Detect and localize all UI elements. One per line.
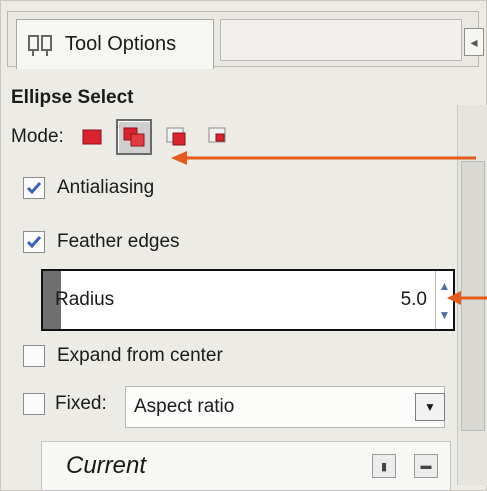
tab-menu-button[interactable]: ◂ bbox=[464, 28, 484, 56]
landscape-icon[interactable]: ▬ bbox=[414, 454, 438, 478]
tool-options-icon bbox=[27, 31, 55, 59]
current-field[interactable]: Current ▮ ▬ bbox=[41, 441, 451, 491]
feather-row[interactable]: Feather edges bbox=[23, 231, 180, 253]
portrait-icon[interactable]: ▮ bbox=[372, 454, 396, 478]
radius-value[interactable]: 5.0 bbox=[401, 289, 427, 311]
expand-row[interactable]: Expand from center bbox=[23, 345, 223, 367]
callout-arrow-radius bbox=[447, 291, 487, 305]
antialiasing-checkbox[interactable] bbox=[23, 177, 45, 199]
chevron-down-icon[interactable]: ▼ bbox=[415, 393, 445, 421]
replace-mode-button[interactable] bbox=[74, 119, 110, 155]
tab-strip: Tool Options ◂ bbox=[7, 11, 484, 69]
aspect-ratio-select[interactable]: Aspect ratio bbox=[125, 386, 445, 428]
antialiasing-row[interactable]: Antialiasing bbox=[23, 177, 154, 199]
fixed-label: Fixed: bbox=[55, 393, 107, 414]
add-mode-icon bbox=[123, 127, 145, 147]
callout-arrow-mode bbox=[171, 151, 476, 165]
current-label: Current bbox=[66, 452, 147, 479]
fixed-row[interactable]: Fixed: bbox=[23, 393, 107, 415]
tab-title: Tool Options bbox=[65, 33, 177, 55]
radius-label: Radius bbox=[55, 289, 115, 310]
mode-label: Mode: bbox=[11, 126, 64, 147]
check-icon bbox=[26, 236, 42, 249]
tab-tool-options[interactable]: Tool Options bbox=[16, 19, 214, 69]
tool-options-panel: Tool Options ◂ Ellipse Select Mode: Anti… bbox=[0, 0, 487, 491]
tab-empty-area bbox=[220, 19, 462, 61]
expand-checkbox[interactable] bbox=[23, 345, 45, 367]
fixed-checkbox[interactable] bbox=[23, 393, 45, 415]
feather-label: Feather edges bbox=[57, 231, 180, 252]
check-icon bbox=[26, 182, 42, 195]
antialiasing-label: Antialiasing bbox=[57, 177, 155, 198]
aspect-ratio-value: Aspect ratio bbox=[134, 396, 235, 417]
expand-label: Expand from center bbox=[57, 345, 223, 366]
tool-title: Ellipse Select bbox=[11, 87, 134, 108]
radius-slider[interactable]: Radius 5.0 ▲ ▼ bbox=[41, 269, 455, 331]
add-mode-button[interactable] bbox=[115, 119, 152, 155]
replace-mode-icon bbox=[82, 129, 102, 145]
feather-checkbox[interactable] bbox=[23, 231, 45, 253]
